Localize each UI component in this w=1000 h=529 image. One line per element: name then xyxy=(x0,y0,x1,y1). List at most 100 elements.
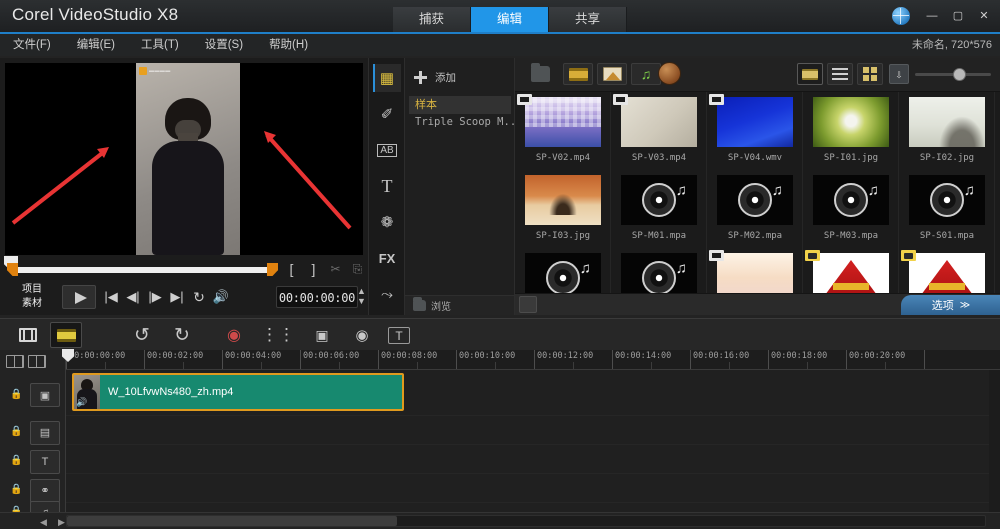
track-header-title[interactable]: 🔒 T xyxy=(0,447,66,476)
next-button[interactable]: ▶| xyxy=(166,287,188,307)
timeline-ruler[interactable]: 00:00:00:00 00:00:02:00 00:00:04:00 00:0… xyxy=(66,350,1000,370)
mark-out-button[interactable]: ] xyxy=(305,260,322,278)
library-item[interactable]: SP-I01.jpg xyxy=(803,92,899,170)
rail-media-icon[interactable]: ▦ xyxy=(373,64,401,92)
scrollbar-track[interactable] xyxy=(66,515,986,527)
storyboard-view-button[interactable] xyxy=(12,322,44,348)
library-item[interactable]: SP-V03.mp4 xyxy=(611,92,707,170)
lock-icon[interactable]: 🔒 xyxy=(10,426,23,439)
timeline-tracks[interactable]: 🔊 W_10LfvwNs480_zh.mp4 xyxy=(66,370,1000,512)
library-item[interactable]: ♫ SP-M03.mpa xyxy=(803,170,899,248)
back-frame-button[interactable]: ◀| xyxy=(122,287,144,307)
preview-timecode[interactable]: 00:00:00:00 xyxy=(276,286,358,308)
mark-in-button[interactable]: [ xyxy=(283,260,300,278)
rail-fx-icon[interactable]: FX xyxy=(373,244,401,272)
scrollbar-thumb[interactable] xyxy=(67,516,397,526)
library-item[interactable]: ♫ SP-M01.mpa xyxy=(611,170,707,248)
library-item[interactable] xyxy=(707,248,803,297)
grid-view-icon[interactable] xyxy=(857,63,883,85)
lock-icon[interactable]: 🔒 xyxy=(10,484,23,497)
globe-icon[interactable] xyxy=(892,7,910,25)
mode-clip-label[interactable]: 素材 xyxy=(22,297,58,311)
menu-file[interactable]: 文件(F) xyxy=(0,34,64,56)
library-item[interactable]: SP-I02.jpg xyxy=(899,92,995,170)
trim-out-handle[interactable] xyxy=(267,263,278,276)
corel-ball-icon[interactable] xyxy=(658,62,681,85)
loop-button[interactable]: ↻ xyxy=(188,287,210,307)
library-category-samples[interactable]: 样本 xyxy=(409,96,511,114)
rail-graphic-icon[interactable]: ❁ xyxy=(373,208,401,236)
back-arrow-icon[interactable]: back-arrow-icon xyxy=(519,296,537,313)
video-filter-icon[interactable] xyxy=(563,63,593,85)
timeline-view-button[interactable] xyxy=(50,322,82,348)
rail-title-icon[interactable]: T xyxy=(373,172,401,200)
library-item[interactable] xyxy=(899,248,995,297)
volume-button[interactable]: 🔊 xyxy=(210,287,232,307)
tab-edit[interactable]: 编辑 xyxy=(471,7,549,32)
rail-filter-icon[interactable]: ✐ xyxy=(373,100,401,128)
folder-icon[interactable] xyxy=(531,66,550,82)
scrub-bar[interactable]: [ ] ✂ ⎘ xyxy=(0,258,368,280)
project-clip-toggle[interactable]: 项目 素材 xyxy=(22,283,58,313)
voice-track[interactable] xyxy=(66,474,1000,503)
thumbnail-view-icon[interactable] xyxy=(797,63,823,85)
play-button[interactable] xyxy=(62,285,96,309)
prev-button[interactable]: |◀ xyxy=(100,287,122,307)
timeline-horizontal-scrollbar[interactable]: ◀ ▶ xyxy=(0,512,1000,529)
tab-capture[interactable]: 捕获 xyxy=(393,7,471,32)
list-view-icon[interactable] xyxy=(827,63,853,85)
mode-project-label[interactable]: 项目 xyxy=(22,283,58,297)
scrub-track[interactable] xyxy=(12,267,274,273)
video-preview[interactable]: ▬▬▬▬ xyxy=(5,63,363,255)
timecode-stepper[interactable]: ▲▼ xyxy=(356,286,367,308)
lock-icon[interactable]: 🔒 xyxy=(10,389,23,402)
minimize-button[interactable]: — xyxy=(920,6,944,26)
library-zoom-knob[interactable] xyxy=(953,68,966,81)
menu-edit[interactable]: 编辑(E) xyxy=(64,34,128,56)
library-item[interactable]: SP-I03.jpg xyxy=(515,170,611,248)
track-header-overlay[interactable]: 🔒 ▤ xyxy=(0,418,66,447)
browse-button[interactable]: 浏览 xyxy=(405,295,515,315)
record-capture-button[interactable]: ◉ xyxy=(218,322,250,348)
rail-path-icon[interactable]: ⤳ xyxy=(373,280,401,308)
library-item[interactable]: ♫ xyxy=(611,248,707,297)
title-track[interactable] xyxy=(66,445,1000,474)
undo-button[interactable]: ↺ xyxy=(126,322,158,348)
library-item[interactable]: ♫ xyxy=(515,248,611,297)
track-manager-icon[interactable] xyxy=(6,355,24,368)
options-button[interactable]: 选项 ≫ xyxy=(901,295,1000,315)
timeline-vertical-scrollbar[interactable] xyxy=(989,370,1000,512)
overlay-icon[interactable]: ▤ xyxy=(30,421,60,445)
subtitle-editor-button[interactable]: T xyxy=(388,327,410,344)
scissors-icon[interactable]: ✂ xyxy=(327,260,344,278)
motion-tracking-button[interactable]: ◉ xyxy=(346,322,378,348)
overlay-track[interactable] xyxy=(66,416,1000,445)
photo-filter-icon[interactable] xyxy=(597,63,627,85)
auto-music-button[interactable]: ▣ xyxy=(306,322,338,348)
audio-filter-icon[interactable]: ♫ xyxy=(631,63,661,85)
sort-icon[interactable]: ⇩ xyxy=(889,64,909,84)
library-item[interactable]: ♫ SP-M02.mpa xyxy=(707,170,803,248)
library-grid[interactable]: SP-V02.mp4 SP-V03.mp4 SP-V04.wmv SP-I01.… xyxy=(515,92,1000,297)
library-item[interactable]: SP-V04.wmv xyxy=(707,92,803,170)
library-subitem[interactable]: Triple Scoop M... xyxy=(415,116,522,128)
trim-in-handle[interactable] xyxy=(7,263,18,276)
timeline-clip[interactable]: 🔊 W_10LfvwNs480_zh.mp4 xyxy=(72,373,404,411)
close-button[interactable]: ✕ xyxy=(972,6,996,26)
library-item[interactable]: ♫ SP-S01.mpa xyxy=(899,170,995,248)
tab-share[interactable]: 共享 xyxy=(549,7,627,32)
library-item[interactable] xyxy=(803,248,899,297)
library-zoom-slider[interactable] xyxy=(915,73,991,76)
library-item[interactable]: SP-V02.mp4 xyxy=(515,92,611,170)
next-frame-button[interactable]: |▶ xyxy=(144,287,166,307)
track-ripple-icon[interactable] xyxy=(28,355,46,368)
add-media-button[interactable]: 添加 xyxy=(405,66,515,88)
lock-icon[interactable]: 🔒 xyxy=(10,455,23,468)
video-track[interactable]: 🔊 W_10LfvwNs480_zh.mp4 xyxy=(66,370,1000,416)
track-header-video[interactable]: 🔒 ▣ xyxy=(0,372,66,418)
redo-button[interactable]: ↻ xyxy=(166,322,198,348)
menu-tools[interactable]: 工具(T) xyxy=(128,34,192,56)
duplicate-icon[interactable]: ⎘ xyxy=(349,260,366,278)
title-icon[interactable]: T xyxy=(30,450,60,474)
menu-settings[interactable]: 设置(S) xyxy=(192,34,256,56)
